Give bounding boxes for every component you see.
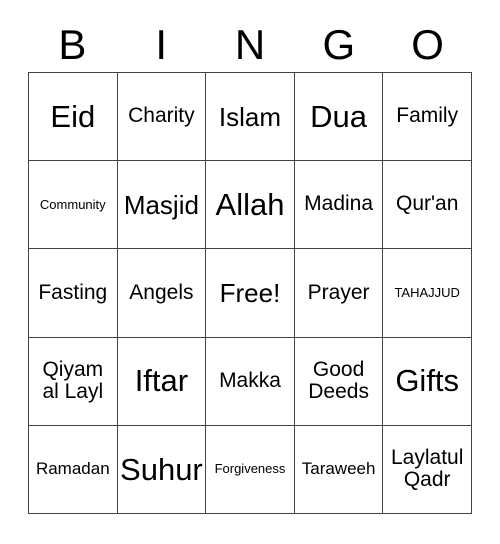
bingo-cell[interactable]: Makka [206, 337, 295, 426]
bingo-cell[interactable]: Eid [29, 73, 118, 162]
bingo-header-row: B I N G O [28, 18, 472, 72]
bingo-cell[interactable]: TAHAJJUD [383, 249, 472, 338]
header-letter-g: G [322, 21, 356, 68]
bingo-cell-label: Taraweeh [301, 459, 376, 479]
header-letter-o: O [411, 21, 444, 68]
bingo-cell-label: Angels [129, 280, 194, 304]
bingo-cell-label: Forgiveness [214, 461, 286, 477]
bingo-cell-label: Prayer [307, 280, 370, 304]
bingo-cell[interactable]: Madina [294, 161, 384, 250]
bingo-cell-label: Qur'an [396, 192, 459, 216]
bingo-cell[interactable]: Fasting [29, 249, 118, 338]
header-letter-b: B [58, 21, 87, 68]
bingo-cell[interactable]: Gifts [383, 337, 472, 426]
bingo-cell-label: Eid [50, 98, 96, 134]
bingo-cell-label: Family [396, 104, 459, 128]
bingo-cell[interactable]: Laylatul Qadr [383, 425, 472, 514]
bingo-cell[interactable]: Forgiveness [206, 425, 295, 514]
bingo-cell-label: TAHAJJUD [394, 284, 460, 300]
bingo-cell[interactable]: Iftar [117, 337, 207, 426]
bingo-cell[interactable]: Prayer [294, 249, 384, 338]
bingo-cell-label: Madina [304, 192, 374, 216]
bingo-cell[interactable]: Qur'an [383, 161, 472, 250]
header-letter-i: I [155, 21, 168, 68]
bingo-cell[interactable]: Dua [294, 73, 384, 162]
bingo-cell-label: Free! [219, 277, 281, 308]
bingo-cell[interactable]: Islam [206, 73, 295, 162]
bingo-cell[interactable]: Masjid [117, 161, 207, 250]
bingo-cell-label: Fasting [38, 280, 108, 304]
bingo-cell[interactable]: Suhur [117, 425, 207, 514]
header-letter-n: N [234, 21, 266, 68]
bingo-cell-label: Islam [218, 101, 282, 132]
bingo-cell-label: Makka [219, 368, 281, 392]
bingo-cell[interactable]: Qiyam al Layl [29, 337, 118, 426]
bingo-cell[interactable]: Charity [117, 73, 207, 162]
bingo-cell-free[interactable]: Free! [206, 249, 295, 338]
bingo-cell[interactable]: Allah [206, 161, 295, 250]
bingo-cell-label: Dua [310, 98, 368, 134]
bingo-cell-label: Masjid [123, 189, 199, 220]
bingo-cell-label: Charity [128, 104, 195, 128]
bingo-cell[interactable]: Community [29, 161, 118, 250]
bingo-grid: Eid Charity Islam Dua Family Community M… [28, 72, 472, 514]
bingo-cell-label: Community [39, 196, 106, 212]
bingo-cell[interactable]: Ramadan [29, 425, 118, 514]
bingo-cell-label: Suhur [120, 451, 203, 487]
bingo-cell[interactable]: Good Deeds [294, 337, 384, 426]
bingo-cell-label: Qiyam al Layl [42, 357, 104, 404]
bingo-cell[interactable]: Family [383, 73, 472, 162]
bingo-cell-label: Gifts [395, 363, 460, 399]
bingo-cell[interactable]: Taraweeh [294, 425, 384, 514]
bingo-cell-label: Good Deeds [308, 357, 369, 404]
bingo-cell-label: Ramadan [35, 459, 110, 479]
bingo-cell-label: Laylatul Qadr [390, 445, 464, 492]
bingo-cell[interactable]: Angels [117, 249, 207, 338]
bingo-cell-label: Iftar [134, 363, 189, 399]
bingo-cell-label: Allah [215, 187, 285, 223]
bingo-card: B I N G O Eid Charity Islam Dua Family C… [0, 0, 500, 544]
